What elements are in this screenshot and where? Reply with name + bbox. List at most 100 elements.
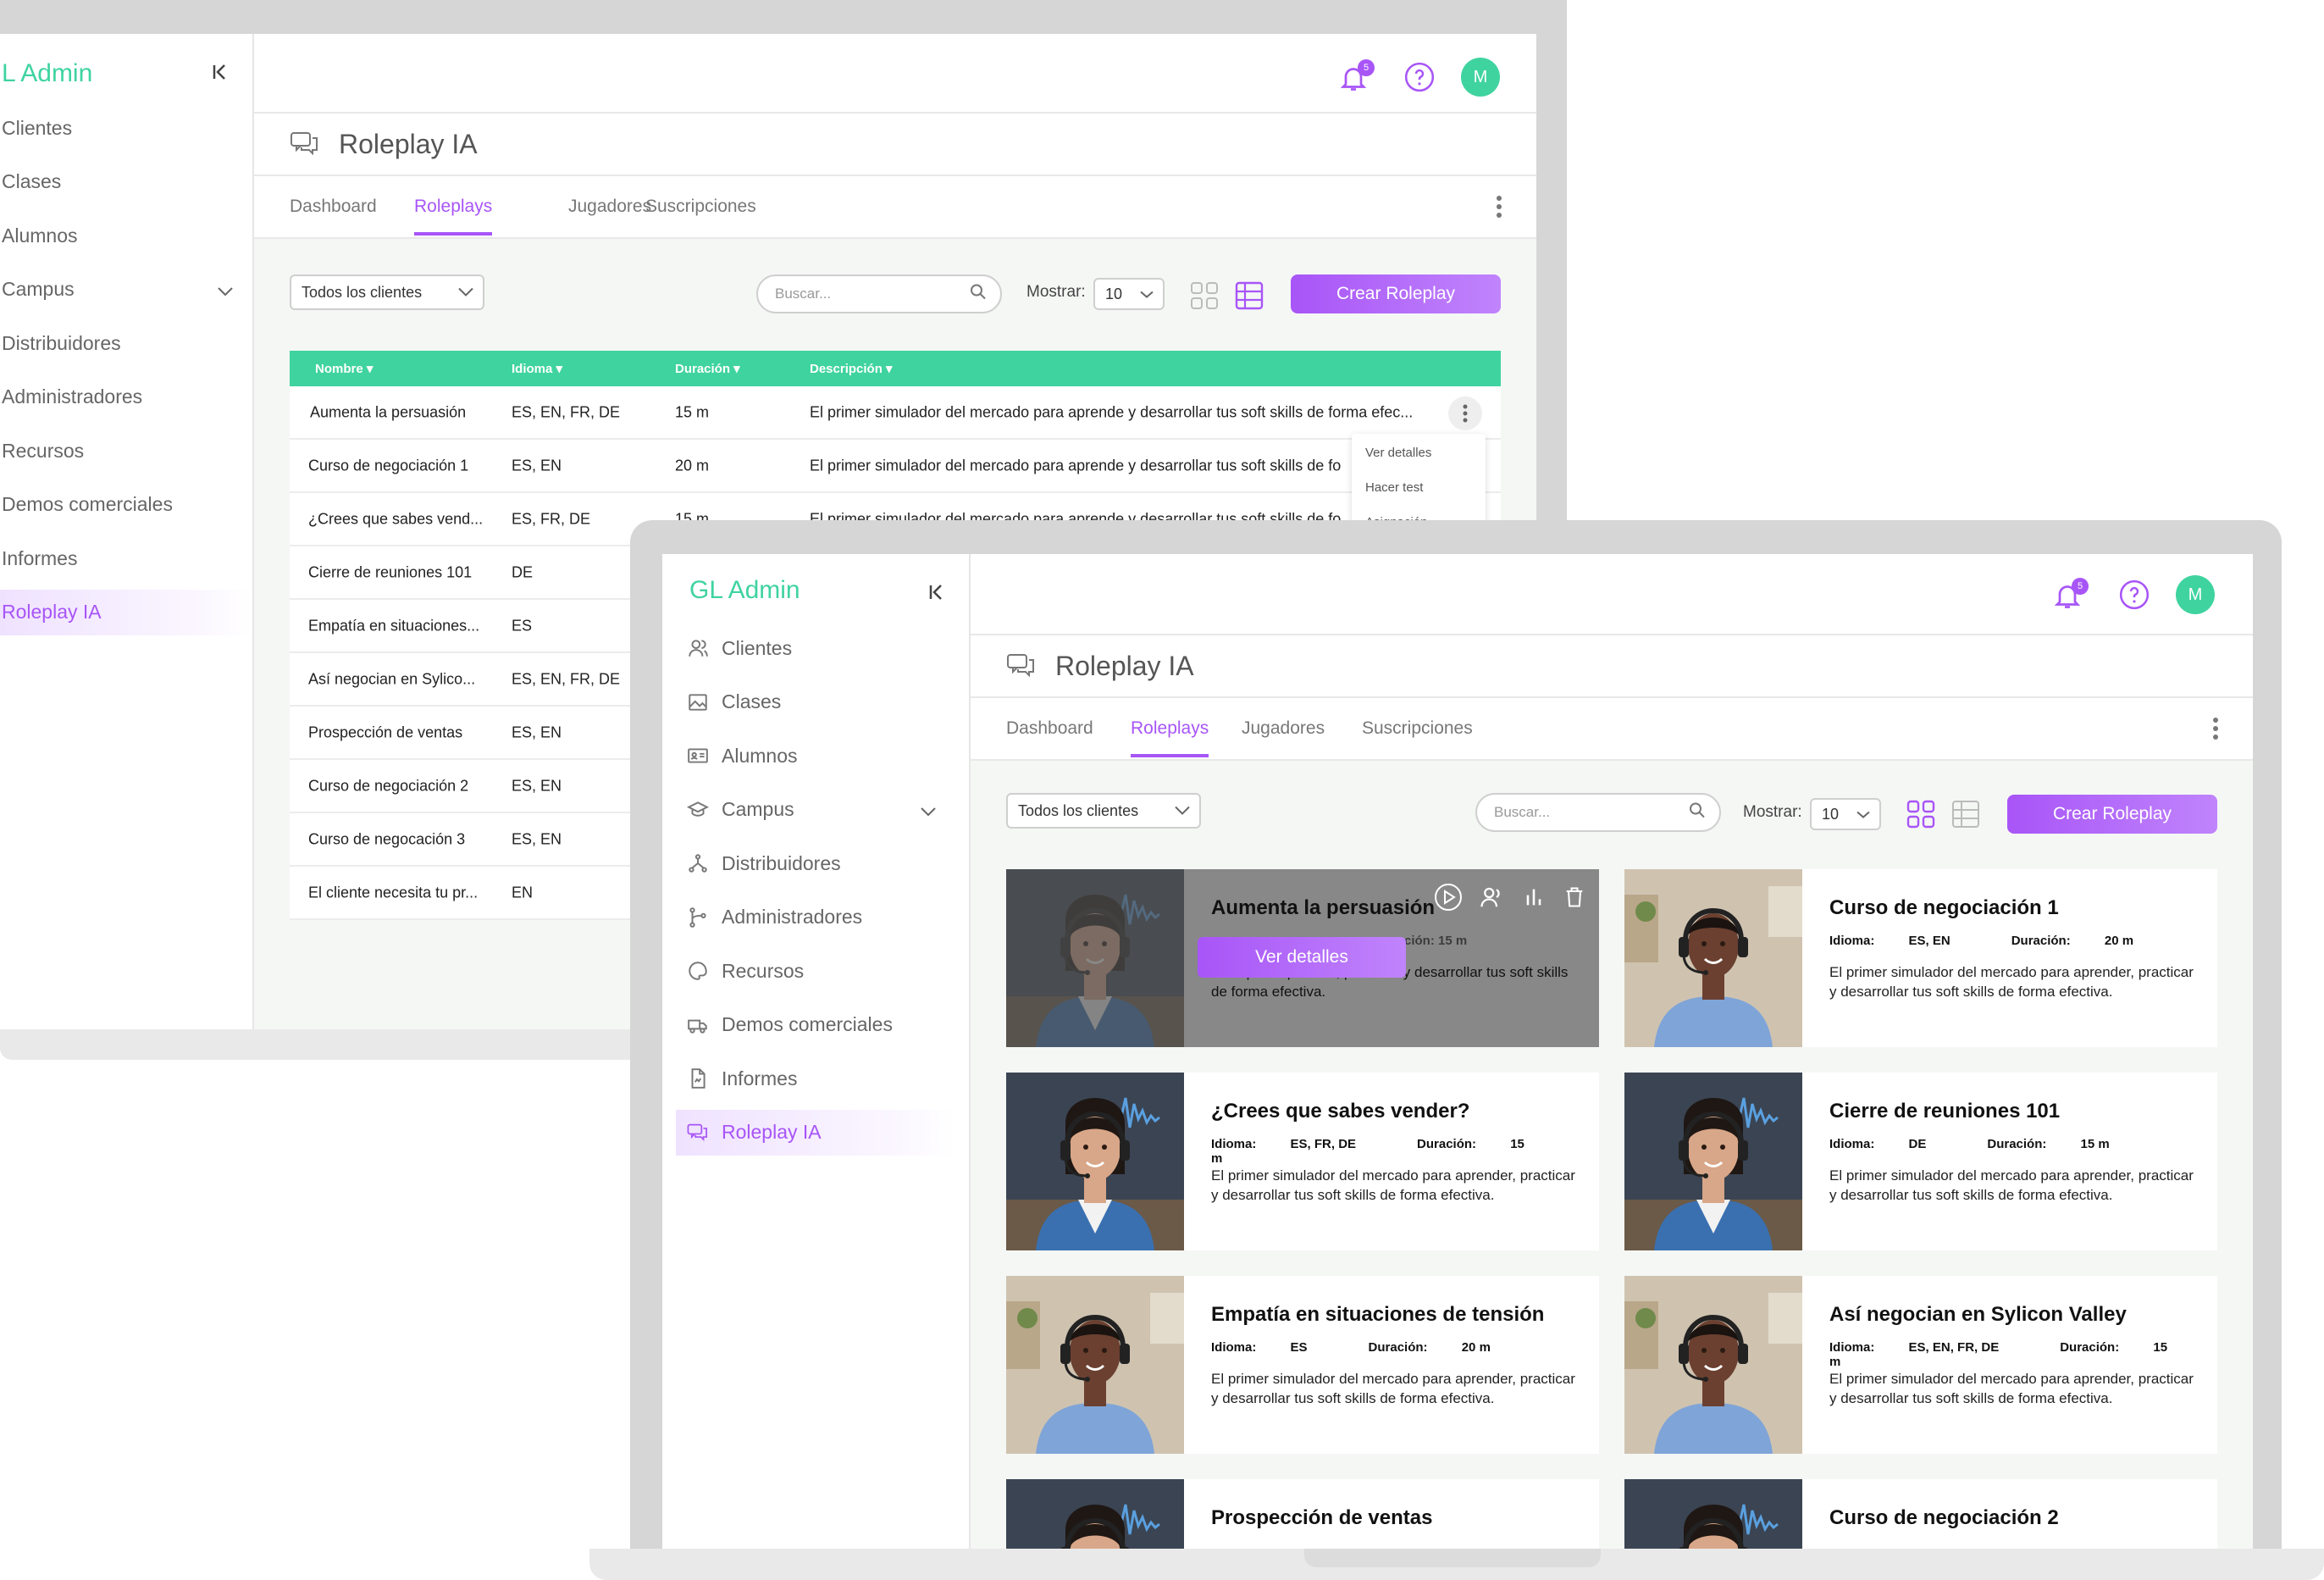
back-topbar: 5 M [254, 34, 1536, 114]
card-actions [1434, 883, 1586, 916]
row-actions-icon[interactable] [1448, 396, 1482, 430]
play-icon[interactable] [1434, 883, 1463, 916]
roleplay-card[interactable]: Curso de negociación 1 Idioma: ES, EN Dura… [1624, 869, 2217, 1047]
sidebar-item-alumnos[interactable]: Alumnos [676, 733, 955, 779]
card-language: Idioma: DE [1829, 1137, 1927, 1151]
cell-name: Curso de negociación 2 [308, 777, 469, 794]
chevron-down-icon[interactable] [920, 799, 937, 822]
create-roleplay-button[interactable]: Crear Roleplay [2007, 795, 2217, 834]
table-row[interactable]: Curso de negociación 1 ES, EN 20 m El prime… [290, 440, 1501, 493]
notification-badge: 5 [2072, 578, 2089, 595]
col-nombre[interactable]: Nombre ▾ [315, 361, 373, 376]
page-size-select[interactable]: 10 [1810, 798, 1881, 830]
sidebar-item-clientes[interactable]: Clientes [0, 105, 252, 151]
tab-roleplays[interactable]: Roleplays [414, 197, 493, 236]
help-icon[interactable] [2118, 579, 2150, 615]
sidebar-item-label: Clientes [2, 116, 73, 139]
assign-users-icon[interactable] [1480, 884, 1505, 914]
roleplay-card[interactable]: Así negocian en Sylicon Valley Idioma: ES… [1624, 1276, 2217, 1454]
client-filter-select[interactable]: Todos los clientes [290, 274, 484, 310]
table-view-icon[interactable] [1235, 281, 1264, 314]
sidebar-item-informes[interactable]: Informes [0, 535, 252, 581]
trash-icon[interactable] [1563, 885, 1586, 913]
sidebar-item-informes[interactable]: Informes [676, 1056, 955, 1101]
sidebar-item-alumnos[interactable]: Alumnos [0, 213, 252, 258]
menu-hacer-test[interactable]: Hacer test [1365, 480, 1423, 495]
sidebar-item-roleplay-ia[interactable]: Roleplay IA [676, 1109, 955, 1156]
sidebar-item-administradores[interactable]: Administradores [0, 374, 252, 420]
table-row[interactable]: Así negocian en Sylico... ES, EN, FR, DE [290, 653, 645, 707]
search-input[interactable]: Buscar... [1475, 793, 1721, 832]
roleplay-card[interactable]: Curso de negociación 2 [1624, 1479, 2217, 1549]
cell-lang: ES, EN, FR, DE [512, 670, 621, 687]
create-roleplay-button[interactable]: Crear Roleplay [1291, 274, 1501, 313]
roleplay-card[interactable]: ¿Crees que sabes vender? Idioma: ES, FR, … [1006, 1073, 1599, 1250]
sidebar-item-clientes[interactable]: Clientes [676, 625, 955, 671]
table-row[interactable]: Aumenta la persuasión ES, EN, FR, DE 15 m E… [290, 386, 1501, 440]
truck-icon [686, 1013, 710, 1037]
table-row[interactable]: Curso de negociación 2 ES, EN [290, 760, 645, 813]
collapse-icon[interactable] [212, 63, 229, 87]
chevron-down-icon[interactable] [217, 279, 234, 302]
more-options-icon[interactable] [2212, 717, 2219, 745]
sidebar-item-distribuidores[interactable]: Distribuidores [0, 320, 252, 366]
sidebar-item-demos-comerciales[interactable]: Demos comerciales [676, 1002, 955, 1048]
client-filter-select[interactable]: Todos los clientes [1006, 793, 1201, 829]
roleplay-card[interactable]: Empatía en situaciones de tensión Idioma:… [1006, 1276, 1599, 1454]
grid-view-icon[interactable] [1906, 800, 1935, 833]
collapse-icon[interactable] [928, 583, 945, 607]
tab-suscripciones[interactable]: Suscripciones [1362, 718, 1473, 739]
col-descripcion[interactable]: Descripción ▾ [810, 361, 893, 376]
cell-desc: El primer simulador del mercado para apr… [810, 457, 1342, 474]
tab-dashboard[interactable]: Dashboard [290, 197, 377, 217]
sidebar-item-administradores[interactable]: Administradores [676, 895, 955, 940]
avatar[interactable]: M [1461, 58, 1500, 97]
sidebar-item-recursos[interactable]: Recursos [676, 948, 955, 994]
sidebar-item-demos-comerciales[interactable]: Demos comerciales [0, 482, 252, 528]
sidebar-item-clases[interactable]: Clases [0, 159, 252, 205]
sidebar-item-roleplay-ia[interactable]: Roleplay IA [0, 589, 252, 635]
roleplay-card[interactable]: ción: 15 mcado para aprender, practicar … [1006, 869, 1599, 1047]
col-duracion[interactable]: Duración ▾ [675, 361, 740, 376]
tab-roleplays[interactable]: Roleplays [1131, 718, 1209, 757]
menu-ver-detalles[interactable]: Ver detalles [1365, 446, 1431, 460]
roleplay-card[interactable]: Prospección de ventas [1006, 1479, 1599, 1549]
table-row[interactable]: Prospección de ventas ES, EN [290, 707, 645, 760]
sidebar-item-clases[interactable]: Clases [676, 679, 955, 725]
roleplay-card[interactable]: Cierre de reuniones 101 Idioma: DE Duració… [1624, 1073, 2217, 1250]
sidebar-item-label: Clases [2, 170, 62, 192]
sidebar-item-label: Informes [2, 546, 78, 569]
card-title: Empatía en situaciones de tensión [1211, 1303, 1545, 1326]
page-size-select[interactable]: 10 [1093, 278, 1165, 310]
search-input[interactable]: Buscar... [756, 274, 1002, 313]
sidebar-item-distribuidores[interactable]: Distribuidores [676, 840, 955, 886]
avatar[interactable]: M [2176, 575, 2215, 614]
tab-dashboard[interactable]: Dashboard [1006, 718, 1093, 739]
card-description: El primer simulador del mercado para apr… [1829, 1167, 2194, 1203]
help-icon[interactable] [1403, 61, 1436, 97]
table-row[interactable]: El cliente necesita tu pr... EN [290, 867, 645, 920]
cell-lang: ES [512, 617, 533, 634]
ver-detalles-button[interactable]: Ver detalles [1198, 937, 1406, 978]
grid-view-icon[interactable] [1190, 281, 1219, 314]
tab-suscripciones[interactable]: Suscripciones [645, 197, 756, 217]
sidebar-item-label: Distribuidores [2, 331, 121, 354]
sidebar-item-campus[interactable]: Campus [0, 267, 252, 313]
card-meta: Idioma: ES, FR, DE Duración: 15 m [1211, 1137, 1599, 1166]
cell-name: Cierre de reuniones 101 [308, 563, 473, 580]
sidebar-item-campus[interactable]: Campus [676, 787, 955, 833]
table-row[interactable]: Empatía en situaciones... ES [290, 600, 645, 653]
tab-jugadores[interactable]: Jugadores [568, 197, 651, 217]
table-row[interactable]: Cierre de reuniones 101 DE [290, 546, 645, 600]
sidebar-item-label: Alumnos [2, 224, 78, 247]
tab-jugadores[interactable]: Jugadores [1242, 718, 1325, 739]
stats-icon[interactable] [1522, 885, 1546, 913]
table-row[interactable]: Curso de negocación 3 ES, EN [290, 813, 645, 867]
table-view-icon[interactable] [1951, 800, 1980, 833]
col-idioma[interactable]: Idioma ▾ [512, 361, 562, 376]
sidebar-item-recursos[interactable]: Recursos [0, 428, 252, 474]
card-language: Idioma: ES, EN, FR, DE [1829, 1340, 2000, 1355]
cell-name: Prospección de ventas [308, 723, 463, 740]
more-options-icon[interactable] [1496, 195, 1502, 223]
chevron-down-icon [1856, 806, 1871, 823]
